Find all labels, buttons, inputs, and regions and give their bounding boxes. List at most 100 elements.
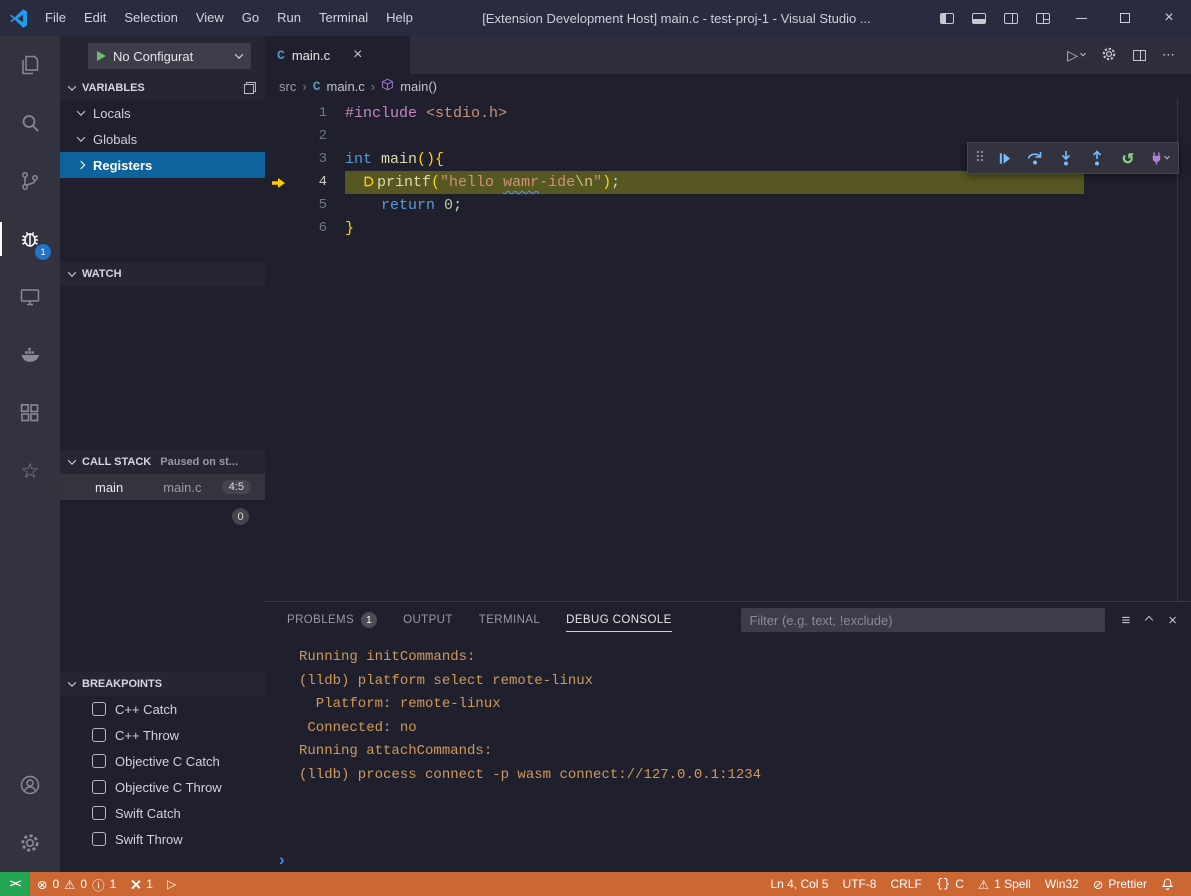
debug-status-icon[interactable]: ▷ [160, 872, 183, 896]
checkbox[interactable] [92, 832, 106, 846]
panel-tab-debug-console[interactable]: DEBUG CONSOLE [566, 602, 672, 638]
code-line-1[interactable]: 1#include <stdio.h> [265, 102, 1191, 125]
token: printf [377, 174, 431, 191]
account-icon[interactable] [0, 756, 60, 814]
formatter-status[interactable]: ⊘Prettier [1086, 872, 1154, 896]
toggle-panel-button[interactable] [963, 0, 995, 36]
ports-status[interactable]: 1 [123, 872, 160, 896]
search-icon[interactable] [0, 94, 60, 152]
code-line-4[interactable]: 4 printf("hello wamr-ide\n"); [265, 171, 1191, 194]
continue-button[interactable] [989, 144, 1019, 172]
language-mode[interactable]: {}C [929, 872, 971, 896]
run-debug-icon[interactable]: 1 [0, 210, 60, 268]
minimize-button[interactable] [1059, 0, 1103, 36]
source-control-icon[interactable] [0, 152, 60, 210]
breakpoint-objective-c-throw[interactable]: Objective C Throw [60, 774, 265, 800]
code-line-6[interactable]: 6} [265, 217, 1191, 240]
maximize-panel-icon[interactable] [1145, 616, 1153, 624]
problems-status[interactable]: ⊗0 ⚠0 ⓘ1 [30, 872, 123, 896]
menu-view[interactable]: View [187, 0, 233, 36]
frame-function: main [95, 480, 123, 495]
debug-config-select[interactable]: No Configurat [88, 43, 251, 69]
favorites-star-icon[interactable]: ☆ [0, 442, 60, 500]
breakpoint-objective-c-catch[interactable]: Objective C Catch [60, 748, 265, 774]
checkbox[interactable] [92, 780, 106, 794]
eol-indicator[interactable]: CRLF [883, 872, 928, 896]
watch-section-header[interactable]: WATCH [60, 262, 265, 286]
menu-run[interactable]: Run [268, 0, 310, 36]
console-input-row[interactable]: › [265, 848, 1191, 872]
panel-tab-terminal[interactable]: TERMINAL [479, 602, 540, 638]
platform-indicator[interactable]: Win32 [1038, 872, 1086, 896]
variables-row-label: Globals [93, 132, 137, 147]
menu-edit[interactable]: Edit [75, 0, 115, 36]
settings-gear-icon[interactable] [1101, 46, 1117, 65]
collapse-all-icon[interactable] [244, 82, 256, 94]
token: " [593, 174, 602, 191]
stack-frame-row[interactable]: main main.c 4:5 [60, 474, 265, 500]
docker-icon[interactable] [0, 326, 60, 384]
spell-status[interactable]: ⚠1 Spell [971, 872, 1038, 896]
variables-section-header[interactable]: VARIABLES [60, 76, 265, 100]
toggle-secondary-sidebar-button[interactable] [995, 0, 1027, 36]
close-tab-icon[interactable]: × [353, 46, 362, 64]
inline-breakpoint-icon[interactable] [363, 172, 374, 195]
debug-console-output[interactable]: Running initCommands:(lldb) platform sel… [265, 638, 1191, 848]
console-options-icon[interactable]: ≡ [1121, 612, 1130, 629]
checkbox[interactable] [92, 754, 106, 768]
disconnect-button[interactable] [1144, 144, 1174, 172]
remote-indicator[interactable]: >< [0, 872, 30, 896]
line-number: 4 [291, 171, 327, 194]
step-over-button[interactable] [1020, 144, 1050, 172]
tab-main-c[interactable]: C main.c × [265, 36, 410, 74]
more-actions-button[interactable]: ⋯ [1162, 47, 1175, 63]
menu-file[interactable]: File [36, 0, 75, 36]
menu-terminal[interactable]: Terminal [310, 0, 377, 36]
breakpoint-swift-catch[interactable]: Swift Catch [60, 800, 265, 826]
code-editor[interactable]: 1#include <stdio.h>23int main(){4 printf… [265, 98, 1191, 601]
close-panel-icon[interactable]: × [1168, 612, 1177, 629]
breakpoints-section-header[interactable]: BREAKPOINTS [60, 672, 265, 696]
extensions-icon[interactable] [0, 384, 60, 442]
console-filter-input[interactable] [741, 608, 1105, 632]
checkbox[interactable] [92, 702, 106, 716]
explorer-icon[interactable] [0, 36, 60, 94]
cursor-position[interactable]: Ln 4, Col 5 [763, 872, 835, 896]
settings-gear-icon[interactable] [0, 814, 60, 872]
breadcrumb-symbol[interactable]: main() [400, 79, 437, 94]
variables-row-registers[interactable]: Registers [60, 152, 265, 178]
customize-layout-button[interactable] [1027, 0, 1059, 36]
menu-help[interactable]: Help [377, 0, 422, 36]
breadcrumb-file[interactable]: main.c [327, 79, 365, 94]
toggle-primary-sidebar-button[interactable] [931, 0, 963, 36]
code-line-5[interactable]: 5 return 0; [265, 194, 1191, 217]
menu-selection[interactable]: Selection [115, 0, 186, 36]
window-title: [Extension Development Host] main.c - te… [422, 11, 931, 26]
breakpoint-c-catch[interactable]: C++ Catch [60, 696, 265, 722]
glyph-margin [265, 217, 291, 240]
breadcrumb-folder[interactable]: src [279, 79, 296, 94]
breakpoint-swift-throw[interactable]: Swift Throw [60, 826, 265, 852]
breakpoint-c-throw[interactable]: C++ Throw [60, 722, 265, 748]
run-or-debug-button[interactable]: ▷ [1067, 47, 1085, 64]
maximize-button[interactable] [1103, 0, 1147, 36]
panel-tab-problems[interactable]: PROBLEMS1 [287, 602, 377, 638]
remote-explorer-icon[interactable] [0, 268, 60, 326]
variables-row-globals[interactable]: Globals [60, 126, 265, 152]
start-debug-icon[interactable] [97, 51, 106, 61]
step-out-button[interactable] [1082, 144, 1112, 172]
menu-go[interactable]: Go [233, 0, 268, 36]
drag-handle-icon[interactable]: ⠿ [972, 150, 988, 167]
editor-scrollbar[interactable] [1177, 98, 1191, 601]
restart-button[interactable]: ↺ [1113, 144, 1143, 172]
split-editor-button[interactable] [1133, 50, 1146, 61]
encoding-indicator[interactable]: UTF-8 [835, 872, 883, 896]
panel-tab-output[interactable]: OUTPUT [403, 602, 453, 638]
call-stack-section-header[interactable]: CALL STACK Paused on st... [60, 450, 265, 474]
variables-row-locals[interactable]: Locals [60, 100, 265, 126]
close-button[interactable]: × [1147, 0, 1191, 36]
checkbox[interactable] [92, 806, 106, 820]
checkbox[interactable] [92, 728, 106, 742]
notifications-bell-icon[interactable] [1154, 872, 1181, 896]
step-into-button[interactable] [1051, 144, 1081, 172]
